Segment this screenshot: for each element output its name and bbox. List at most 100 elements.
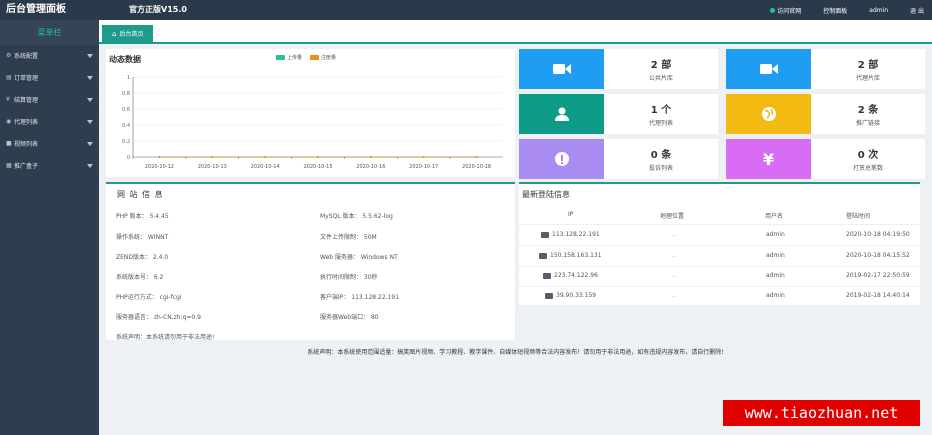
alert-icon [554, 152, 569, 166]
tab-home[interactable]: ⌂ 后台首页 [102, 25, 154, 44]
table-row-user: admin [766, 272, 785, 279]
data-point [158, 156, 161, 158]
box-icon: ▦ [6, 162, 12, 169]
globe-icon [761, 107, 776, 121]
sidebar-title: 菜单栏 [0, 20, 99, 45]
table-row-time: 2019-02-18 14:40:14 [846, 292, 910, 299]
login-info-panel: 最新登陆信息 IP 地理位置 用户名 登陆时间 113.128.22.191 .… [519, 182, 920, 305]
login-info-title: 最新登陆信息 [522, 190, 570, 199]
home-icon [770, 7, 776, 13]
table-row-user: admin [766, 231, 785, 238]
card-value: 1 个 [650, 105, 672, 116]
sidebar-item-orders[interactable]: ▤ 订单管理 [0, 67, 99, 89]
card-label: 代理片库 [855, 75, 880, 82]
y-tick-label: 0 [127, 155, 130, 161]
info-upload-limit: 文件上传限制： 50M [320, 234, 377, 241]
info-zend-version: ZEND版本： 2.4.0 [116, 254, 169, 261]
user-link[interactable]: admin [869, 7, 888, 14]
card-agent-library[interactable]: 2 部 代理片库 [726, 49, 925, 89]
card-value: 0 条 [650, 150, 672, 161]
col-header-login-time: 登陆时间 [846, 213, 871, 220]
chevron-down-icon [87, 98, 93, 102]
chevron-down-icon [87, 164, 93, 168]
table-row-location: . [673, 252, 675, 259]
table-row-time: 2020-10-18 04:15:52 [846, 252, 910, 259]
info-exec-time-limit: 执行时间限制： 30秒 [320, 274, 378, 281]
card-agent-list[interactable]: 1 个 代理列表 [519, 94, 718, 134]
logout-link[interactable]: 退 出 [910, 6, 924, 15]
y-tick-label: 0.4 [122, 123, 130, 129]
home-icon: ⌂ [112, 30, 117, 38]
card-icon-box [519, 139, 604, 179]
sidebar-item-agents[interactable]: ◉ 代理列表 [0, 111, 99, 133]
card-label: 投诉列表 [648, 165, 673, 172]
card-value: 2 部 [857, 60, 879, 71]
control-panel-link[interactable]: 控制面板 [823, 6, 847, 15]
info-mysql-version: MySQL 版本： 5.5.62-log [320, 213, 393, 220]
chevron-down-icon [87, 76, 93, 80]
watermark: www.tiaozhuan.net [723, 400, 920, 426]
chevron-down-icon [87, 142, 93, 146]
info-web-port: 服务器Web端口： 80 [320, 314, 379, 321]
card-promo-links[interactable]: 2 条 推广链接 [726, 94, 925, 134]
device-icon [541, 231, 549, 238]
data-point [475, 156, 478, 158]
data-point [369, 156, 372, 158]
info-php-version: PHP 版本： 5.4.45 [116, 213, 169, 220]
x-tick-label: 2020-10-14 [251, 164, 280, 170]
system-disclaimer: 系统声明：本系统使用范围适量：搞笑图片视频、学习教程、教学课件、自媒体短视频等合… [307, 349, 724, 356]
x-tick-label: 2020-10-12 [145, 164, 174, 170]
tab-bar: ⌂ 后台首页 [99, 20, 932, 44]
card-label: 代理列表 [648, 120, 673, 127]
card-complaints[interactable]: 0 条 投诉列表 [519, 139, 718, 179]
table-row-location: . [673, 231, 675, 238]
col-header-location: 地理位置 [660, 213, 685, 220]
card-icon-box [519, 94, 604, 134]
data-point [211, 156, 214, 158]
table-row-user: admin [766, 292, 785, 299]
card-label: 打赏总笔数 [852, 165, 883, 172]
info-server-language: 服务器语言： zh-CN,zh;q=0.9 [116, 314, 201, 321]
sidebar-item-videos[interactable]: ■ 视频列表 [0, 133, 99, 155]
top-header: 后台管理面板 官方正版V15.0 访问官网 控制面板 admin 退 出 [0, 0, 932, 20]
table-row-location: . [673, 272, 675, 279]
data-point [317, 156, 319, 158]
col-header-ip: IP [568, 211, 574, 218]
line-chart: 0 0.2 0.4 0.6 0.8 1 2020-10-12 2020-10-13 2020-1… [122, 75, 503, 170]
table-row-ip: 223.74.122.96 [543, 272, 598, 279]
visit-site-link[interactable]: 访问官网 [770, 6, 801, 15]
data-point [422, 156, 425, 158]
card-tips[interactable]: ¥ 0 次 打赏总笔数 [726, 139, 925, 179]
yen-icon: ¥ [762, 149, 775, 169]
card-label: 推广链接 [855, 120, 880, 127]
sidebar-item-settlement[interactable]: ¥ 结算管理 [0, 89, 99, 111]
sidebar-item-system-config[interactable]: ⚙ 系统配置 [0, 45, 99, 67]
card-icon-box [726, 49, 811, 89]
card-icon-box [519, 49, 604, 89]
y-tick-label: 0.6 [122, 107, 130, 113]
x-tick-label: 2020-10-15 [303, 164, 332, 170]
col-header-username: 用户名 [765, 213, 784, 220]
x-tick-label: 2020-10-13 [198, 164, 227, 170]
data-point [264, 156, 267, 158]
info-system-version: 系统版本号： 6.2 [116, 274, 164, 281]
sidebar: 菜单栏 ⚙ 系统配置 ▤ 订单管理 ¥ 结算管理 ◉ 代理列表 ■ 视频列表 ▦ 推广盒子 [0, 20, 99, 435]
card-public-library[interactable]: 2 部 公共片库 [519, 49, 718, 89]
chevron-down-icon [87, 54, 93, 58]
device-icon [539, 252, 547, 259]
cart-icon: ▤ [6, 74, 12, 81]
site-info-title: 网 站 信 息 [117, 190, 164, 199]
sidebar-item-promo-box[interactable]: ▦ 推广盒子 [0, 155, 99, 177]
table-row-time: 2020-10-18 04:19:50 [846, 231, 910, 238]
card-icon-box: ¥ [726, 139, 811, 179]
version-label: 官方正版V15.0 [129, 5, 187, 14]
info-client-ip: 客户端IP： 113.128.22.191 [320, 294, 400, 301]
card-value: 0 次 [857, 150, 879, 161]
table-row-ip: 113.128.22.191 [541, 231, 600, 238]
table-row-location: . [673, 292, 675, 299]
gear-icon: ⚙ [6, 52, 12, 59]
info-php-mode: PHP运行方式： cgi-fcgi [116, 294, 182, 301]
y-tick-label: 1 [127, 75, 130, 81]
x-tick-label: 2020-10-17 [409, 164, 438, 170]
video-icon: ■ [6, 140, 12, 147]
